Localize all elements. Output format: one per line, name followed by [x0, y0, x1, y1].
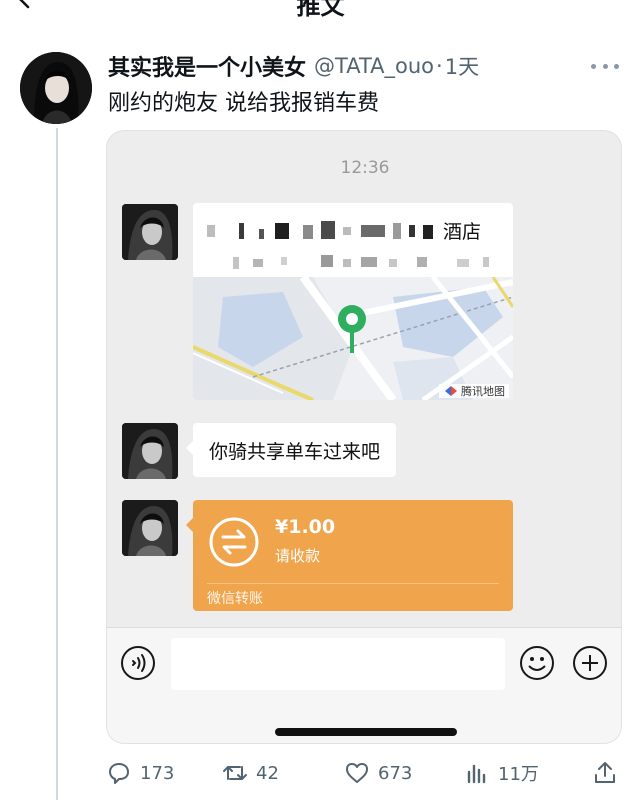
views-button[interactable]: 11万	[464, 756, 539, 790]
reply-count: 173	[140, 762, 175, 784]
transfer-exchange-icon	[209, 517, 259, 567]
page-title: 推文	[296, 0, 345, 20]
retweet-icon	[223, 766, 247, 780]
plus-icon[interactable]	[572, 645, 608, 681]
chat-avatar[interactable]	[122, 204, 178, 260]
user-row: 其实我是一个小美女 @TATA_ouo · 1天	[108, 50, 479, 82]
like-button[interactable]: 673	[344, 756, 412, 790]
chat-avatar-photo-icon	[122, 423, 178, 479]
share-icon	[595, 762, 615, 783]
transfer-card[interactable]: ¥1.00 请收款 微信转账	[186, 500, 513, 611]
location-card[interactable]: 酒店 腾讯地图	[193, 203, 513, 400]
retweet-count: 42	[256, 762, 279, 784]
transfer-footer: 微信转账	[207, 591, 263, 607]
heart-icon	[346, 763, 368, 783]
chat-avatar[interactable]	[122, 423, 178, 479]
share-button[interactable]	[592, 756, 626, 790]
voice-icon[interactable]	[120, 645, 156, 681]
tweet-text: 刚约的炮友 说给我报销车费	[108, 91, 379, 116]
retweet-button[interactable]: 42	[222, 756, 279, 790]
more-options-icon[interactable]	[591, 56, 619, 76]
chat-text-input[interactable]	[171, 638, 505, 690]
map-brand-label: 腾讯地图	[461, 385, 505, 398]
chat-message-bubble[interactable]: 你骑共享单车过来吧	[185, 423, 397, 477]
home-indicator	[275, 728, 457, 736]
top-bar: 推文	[0, 0, 641, 22]
chat-avatar[interactable]	[122, 500, 178, 556]
transfer-amount: ¥1.00	[275, 516, 336, 538]
separator-dot: ·	[436, 54, 443, 78]
emoji-icon[interactable]	[519, 645, 555, 681]
chat-avatar-photo-icon	[122, 204, 178, 260]
chat-input-bar	[107, 627, 621, 743]
avatar-photo-icon	[20, 52, 92, 124]
reply-button[interactable]: 173	[106, 756, 174, 790]
transfer-status: 请收款	[275, 547, 321, 565]
views-count: 11万	[498, 764, 539, 785]
location-name: 酒店	[442, 221, 481, 243]
like-count: 673	[378, 762, 413, 784]
user-handle[interactable]: @TATA_ouo	[314, 54, 434, 78]
tweet-media[interactable]: 12:36 酒店 腾讯地图 你骑共享单车过来吧 ¥1.00 请收款 微信转账	[106, 130, 622, 744]
chat-timestamp: 12:36	[340, 158, 390, 178]
transfer-divider	[207, 583, 499, 584]
chat-avatar-photo-icon	[122, 500, 178, 556]
avatar[interactable]	[20, 52, 92, 124]
thread-line	[56, 128, 58, 800]
display-name[interactable]: 其实我是一个小美女	[108, 50, 306, 82]
tweet-actions: 173 42 673 11万	[106, 756, 622, 790]
reply-icon	[109, 763, 129, 784]
map-preview[interactable]	[193, 277, 513, 400]
tweet-time[interactable]: 1天	[445, 51, 479, 81]
views-chart-icon	[467, 764, 486, 784]
